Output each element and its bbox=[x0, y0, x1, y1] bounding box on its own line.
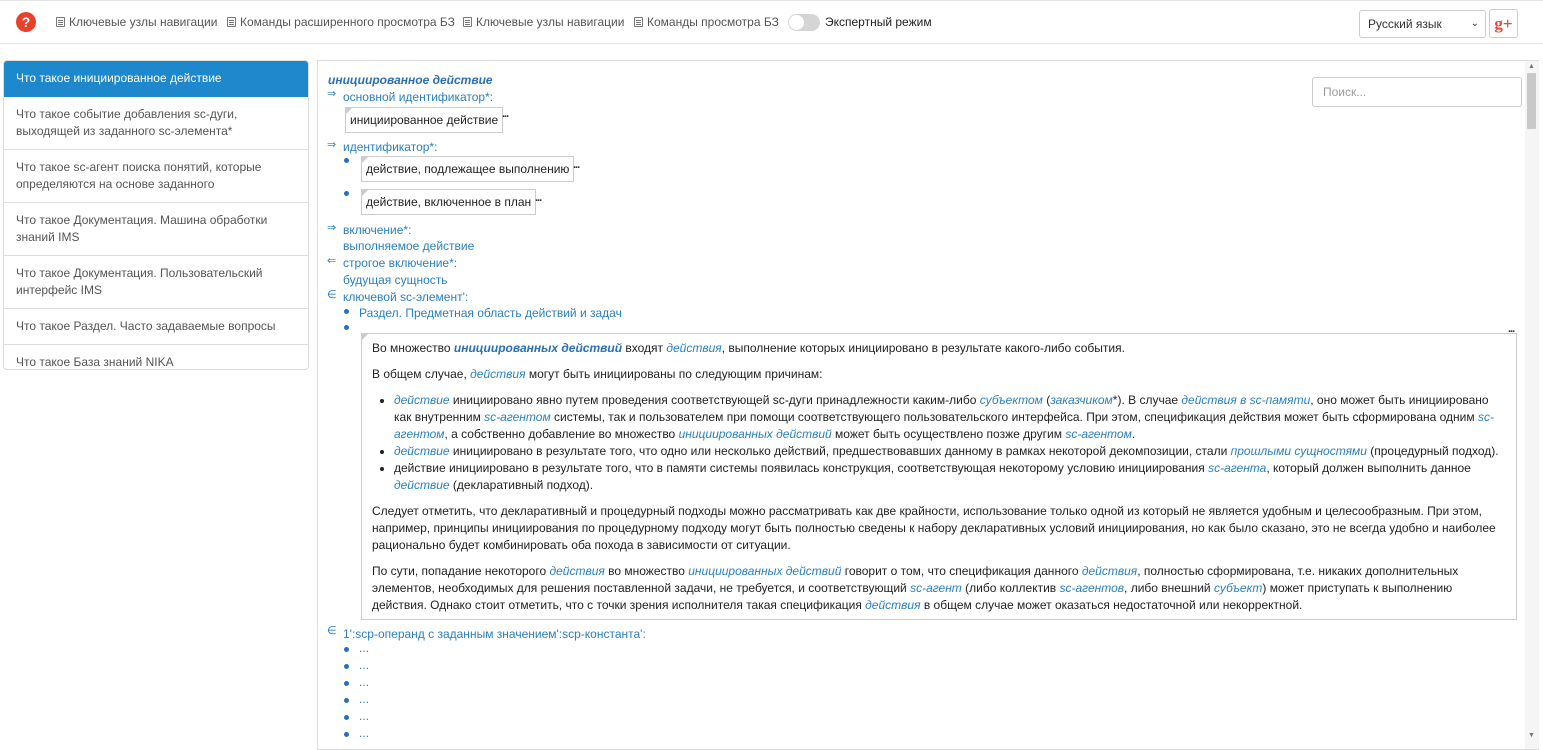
member-icon: ∈ bbox=[327, 625, 337, 637]
scrollbar-thumb[interactable] bbox=[1527, 73, 1536, 129]
bullet bbox=[344, 681, 349, 686]
definition-text: Во множество инициированных действий вхо… bbox=[361, 333, 1517, 620]
member-icon: ∈ bbox=[327, 289, 337, 301]
nav-view-commands[interactable]: Команды просмотра БЗ bbox=[634, 15, 779, 29]
list-item: действие инициировано явно путем проведе… bbox=[394, 392, 1506, 443]
sidebar-item[interactable]: Что такое База знаний NIKA bbox=[4, 345, 308, 369]
article-panel: инициированное действие ⇒ основной идент… bbox=[317, 60, 1539, 750]
arrow-right-icon: ⇒ bbox=[327, 88, 337, 100]
nav-label: Ключевые узлы навигации bbox=[69, 15, 218, 29]
article-title[interactable]: инициированное действие bbox=[328, 73, 493, 87]
toggle-knob bbox=[789, 15, 804, 30]
operand-item[interactable]: ... bbox=[359, 641, 369, 655]
relation-scp-operand[interactable]: 1':scp-операнд с заданным значением':scp… bbox=[343, 627, 646, 641]
scroll-down-icon[interactable]: ▼ bbox=[1528, 732, 1535, 739]
more-icon[interactable]: ... bbox=[573, 159, 580, 171]
arrow-right-icon: ⇒ bbox=[327, 139, 337, 151]
vertical-scrollbar[interactable]: ▲ ▼ bbox=[1525, 61, 1539, 749]
operand-item[interactable]: ... bbox=[359, 692, 369, 706]
relation-key-element[interactable]: ключевой sc-элемент': bbox=[343, 290, 468, 304]
sidebar-item[interactable]: Что такое инициированное действие bbox=[4, 61, 308, 97]
operand-item[interactable]: ... bbox=[359, 658, 369, 672]
bullet bbox=[344, 158, 349, 163]
more-icon[interactable]: ... bbox=[502, 108, 509, 120]
bullet bbox=[344, 325, 349, 330]
more-icon[interactable]: ... bbox=[535, 192, 542, 204]
sidebar-item[interactable]: Что такое Раздел. Часто задаваемые вопро… bbox=[4, 309, 308, 345]
relation-main-identifier[interactable]: основной идентификатор*: bbox=[343, 90, 493, 104]
document-icon bbox=[634, 17, 643, 27]
identifier-value[interactable]: действие, включенное в план bbox=[361, 189, 537, 215]
sidebar-item[interactable]: Что такое Документация. Пользовательский… bbox=[4, 256, 308, 309]
nav-label: Команды расширенного просмотра БЗ bbox=[240, 15, 455, 29]
sidebar-item[interactable]: Что такое событие добавления sc-дуги, вы… bbox=[4, 97, 308, 150]
arrow-left-icon: ⇐ bbox=[327, 255, 337, 267]
document-icon bbox=[56, 17, 65, 27]
list-item: действие инициировано в результате того,… bbox=[394, 460, 1506, 494]
sidebar-item[interactable]: Что такое Документация. Машина обработки… bbox=[4, 203, 308, 256]
expert-mode-label: Экспертный режим bbox=[825, 15, 932, 29]
chevron-down-icon: ⌄ bbox=[1470, 18, 1479, 29]
bullet bbox=[344, 732, 349, 737]
list-item: действие инициировано в результате того,… bbox=[394, 443, 1506, 460]
bullet bbox=[344, 664, 349, 669]
identifier-value[interactable]: действие, подлежащее выполнению bbox=[361, 156, 575, 182]
document-icon bbox=[227, 17, 236, 27]
bullet bbox=[344, 647, 349, 652]
expert-mode-toggle[interactable] bbox=[788, 14, 820, 31]
operand-item[interactable]: ... bbox=[359, 675, 369, 689]
scroll-up-icon[interactable]: ▲ bbox=[1528, 63, 1535, 70]
definition-paragraph: Следует отметить, что декларативный и пр… bbox=[372, 504, 1496, 552]
operand-item[interactable]: ... bbox=[359, 726, 369, 740]
key-element-value[interactable]: Раздел. Предметная область действий и за… bbox=[359, 306, 622, 320]
operand-item[interactable]: ... bbox=[359, 709, 369, 723]
arrow-right-icon: ⇒ bbox=[327, 222, 337, 234]
bullet bbox=[344, 191, 349, 196]
definition-list: действие инициировано явно путем проведе… bbox=[372, 392, 1506, 494]
main-identifier-value[interactable]: инициированное действие bbox=[345, 107, 504, 133]
top-bar: ? Ключевые узлы навигации Команды расшир… bbox=[0, 0, 1543, 44]
sidebar-item[interactable]: Что такое sc-агент поиска понятий, котор… bbox=[4, 150, 308, 203]
relation-inclusion[interactable]: включение*: bbox=[343, 223, 411, 237]
definition-paragraph: Во множество инициированных действий вхо… bbox=[372, 341, 1125, 355]
bullet bbox=[344, 715, 349, 720]
relation-strict-inclusion[interactable]: строгое включение*: bbox=[343, 256, 457, 270]
document-icon bbox=[463, 17, 472, 27]
help-icon[interactable]: ? bbox=[16, 12, 36, 32]
nav-extended-view-commands[interactable]: Команды расширенного просмотра БЗ bbox=[227, 15, 455, 29]
bullet bbox=[344, 309, 349, 314]
search-input[interactable] bbox=[1312, 77, 1522, 107]
nav-label: Команды просмотра БЗ bbox=[647, 15, 779, 29]
nav-label: Ключевые узлы навигации bbox=[476, 15, 625, 29]
google-plus-button[interactable]: g+ bbox=[1489, 9, 1518, 38]
language-select[interactable]: Русский язык ⌄ bbox=[1359, 10, 1486, 38]
inclusion-value[interactable]: выполняемое действие bbox=[343, 239, 474, 253]
bullet bbox=[344, 698, 349, 703]
nav-key-nodes-1[interactable]: Ключевые узлы навигации bbox=[56, 15, 217, 29]
definition-paragraph: По сути, попадание некоторого действия в… bbox=[372, 564, 1459, 612]
nav-key-nodes-2[interactable]: Ключевые узлы навигации bbox=[463, 15, 624, 29]
language-value: Русский язык bbox=[1368, 17, 1442, 31]
history-sidebar: Что такое инициированное действие Что та… bbox=[3, 60, 309, 370]
definition-paragraph: В общем случае, действия могут быть иниц… bbox=[372, 367, 823, 381]
relation-identifier[interactable]: идентификатор*: bbox=[343, 140, 437, 154]
strict-inclusion-value[interactable]: будущая сущность bbox=[343, 273, 448, 287]
